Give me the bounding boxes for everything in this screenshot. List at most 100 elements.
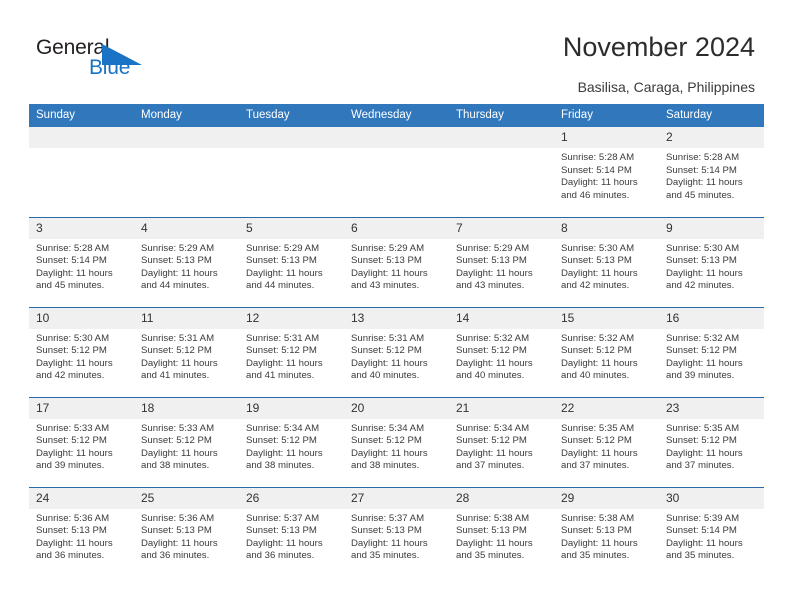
sunrise-text: Sunrise: 5:30 AM	[666, 242, 740, 254]
daylight-text-line2: and 37 minutes.	[666, 460, 735, 472]
sunset-text: Sunset: 5:12 PM	[141, 435, 212, 447]
sun-info: Sunrise: 5:32 AM Sunset: 5:12 PM Daylight:…	[449, 329, 554, 383]
calendar-day-cell[interactable]: 5 Sunrise: 5:29 AM Sunset: 5:13 PM Daylight…	[239, 216, 344, 307]
sun-info: Sunrise: 5:29 AM Sunset: 5:13 PM Daylight:…	[134, 239, 239, 293]
sunrise-text: Sunrise: 5:30 AM	[36, 332, 110, 344]
daylight-text-line2: and 39 minutes.	[36, 460, 105, 472]
sun-info: Sunrise: 5:38 AM Sunset: 5:13 PM Daylight:…	[554, 509, 659, 563]
calendar-day-cell[interactable]: 19 Sunrise: 5:34 AM Sunset: 5:12 PM Dayligh…	[239, 396, 344, 487]
calendar-day-cell[interactable]: 29 Sunrise: 5:38 AM Sunset: 5:13 PM Dayligh…	[554, 486, 659, 577]
general-blue-logo[interactable]: General Blue	[36, 36, 166, 84]
daylight-text-line1: Daylight: 11 hours	[666, 447, 743, 459]
calendar-cell-empty	[344, 127, 449, 217]
day-number: 3	[29, 217, 134, 239]
daylight-text-line2: and 41 minutes.	[246, 370, 315, 382]
calendar-day-cell[interactable]: 16 Sunrise: 5:32 AM Sunset: 5:12 PM Dayligh…	[659, 306, 764, 397]
sun-info: Sunrise: 5:33 AM Sunset: 5:12 PM Daylight:…	[134, 419, 239, 473]
daylight-text-line2: and 38 minutes.	[351, 460, 420, 472]
sun-info: Sunrise: 5:29 AM Sunset: 5:13 PM Daylight:…	[449, 239, 554, 293]
sunset-text: Sunset: 5:13 PM	[561, 255, 632, 267]
daylight-text-line1: Daylight: 11 hours	[561, 177, 638, 189]
sun-info: Sunrise: 5:39 AM Sunset: 5:14 PM Daylight:…	[659, 509, 764, 563]
daylight-text-line2: and 37 minutes.	[561, 460, 630, 472]
day-number: 12	[239, 307, 344, 329]
calendar-day-cell[interactable]: 22 Sunrise: 5:35 AM Sunset: 5:12 PM Dayligh…	[554, 396, 659, 487]
calendar-day-cell[interactable]: 9 Sunrise: 5:30 AM Sunset: 5:13 PM Daylight…	[659, 216, 764, 307]
calendar-week-row: 3 Sunrise: 5:28 AM Sunset: 5:14 PM Daylight…	[29, 216, 764, 307]
sunset-text: Sunset: 5:13 PM	[456, 525, 527, 537]
sunset-text: Sunset: 5:13 PM	[666, 255, 737, 267]
daylight-text-line1: Daylight: 11 hours	[666, 267, 743, 279]
day-number	[29, 127, 134, 148]
calendar-day-cell[interactable]: 10 Sunrise: 5:30 AM Sunset: 5:12 PM Dayligh…	[29, 306, 134, 397]
calendar-day-cell[interactable]: 17 Sunrise: 5:33 AM Sunset: 5:12 PM Dayligh…	[29, 396, 134, 487]
daylight-text-line2: and 44 minutes.	[246, 280, 315, 292]
daylight-text-line1: Daylight: 11 hours	[246, 537, 323, 549]
sun-info: Sunrise: 5:32 AM Sunset: 5:12 PM Daylight:…	[659, 329, 764, 383]
daylight-text-line1: Daylight: 11 hours	[561, 537, 638, 549]
sunrise-text: Sunrise: 5:29 AM	[456, 242, 530, 254]
daylight-text-line1: Daylight: 11 hours	[141, 447, 218, 459]
daylight-text-line2: and 39 minutes.	[666, 370, 735, 382]
daylight-text-line2: and 35 minutes.	[456, 550, 525, 562]
calendar-day-cell[interactable]: 4 Sunrise: 5:29 AM Sunset: 5:13 PM Daylight…	[134, 216, 239, 307]
calendar-day-cell[interactable]: 25 Sunrise: 5:36 AM Sunset: 5:13 PM Dayligh…	[134, 486, 239, 577]
sunrise-text: Sunrise: 5:29 AM	[246, 242, 320, 254]
calendar-day-cell[interactable]: 2 Sunrise: 5:28 AM Sunset: 5:14 PM Daylight…	[659, 127, 764, 217]
calendar-day-cell[interactable]: 20 Sunrise: 5:34 AM Sunset: 5:12 PM Dayligh…	[344, 396, 449, 487]
page-subtitle: Basilisa, Caraga, Philippines	[577, 79, 755, 95]
calendar-day-cell[interactable]: 21 Sunrise: 5:34 AM Sunset: 5:12 PM Dayligh…	[449, 396, 554, 487]
sunrise-text: Sunrise: 5:31 AM	[141, 332, 215, 344]
calendar-day-cell[interactable]: 18 Sunrise: 5:33 AM Sunset: 5:12 PM Dayligh…	[134, 396, 239, 487]
sunrise-text: Sunrise: 5:36 AM	[36, 512, 110, 524]
sunset-text: Sunset: 5:12 PM	[36, 345, 107, 357]
sunrise-text: Sunrise: 5:33 AM	[141, 422, 215, 434]
calendar-day-cell[interactable]: 15 Sunrise: 5:32 AM Sunset: 5:12 PM Dayligh…	[554, 306, 659, 397]
daylight-text-line1: Daylight: 11 hours	[456, 447, 533, 459]
calendar-day-cell[interactable]: 7 Sunrise: 5:29 AM Sunset: 5:13 PM Daylight…	[449, 216, 554, 307]
sunset-text: Sunset: 5:14 PM	[36, 255, 107, 267]
sunrise-text: Sunrise: 5:32 AM	[456, 332, 530, 344]
calendar-day-cell[interactable]: 26 Sunrise: 5:37 AM Sunset: 5:13 PM Dayligh…	[239, 486, 344, 577]
daylight-text-line1: Daylight: 11 hours	[561, 267, 638, 279]
weekday-header-wednesday: Wednesday	[344, 104, 449, 127]
calendar-day-cell[interactable]: 12 Sunrise: 5:31 AM Sunset: 5:12 PM Dayligh…	[239, 306, 344, 397]
calendar-day-cell[interactable]: 30 Sunrise: 5:39 AM Sunset: 5:14 PM Dayligh…	[659, 486, 764, 577]
daylight-text-line1: Daylight: 11 hours	[246, 357, 323, 369]
sunset-text: Sunset: 5:12 PM	[141, 345, 212, 357]
sunset-text: Sunset: 5:13 PM	[456, 255, 527, 267]
sunset-text: Sunset: 5:14 PM	[561, 164, 632, 176]
calendar-day-cell[interactable]: 28 Sunrise: 5:38 AM Sunset: 5:13 PM Dayligh…	[449, 486, 554, 577]
daylight-text-line1: Daylight: 11 hours	[246, 447, 323, 459]
daylight-text-line2: and 38 minutes.	[141, 460, 210, 472]
weekday-header-monday: Monday	[134, 104, 239, 127]
day-number: 29	[554, 487, 659, 509]
calendar-day-cell[interactable]: 11 Sunrise: 5:31 AM Sunset: 5:12 PM Dayligh…	[134, 306, 239, 397]
sunset-text: Sunset: 5:12 PM	[456, 345, 527, 357]
sunrise-text: Sunrise: 5:32 AM	[561, 332, 635, 344]
calendar-day-cell[interactable]: 24 Sunrise: 5:36 AM Sunset: 5:13 PM Dayligh…	[29, 486, 134, 577]
daylight-text-line1: Daylight: 11 hours	[36, 357, 113, 369]
day-number: 5	[239, 217, 344, 239]
day-number: 21	[449, 397, 554, 419]
day-number: 28	[449, 487, 554, 509]
day-number: 10	[29, 307, 134, 329]
day-number: 23	[659, 397, 764, 419]
day-number	[449, 127, 554, 148]
calendar-day-cell[interactable]: 13 Sunrise: 5:31 AM Sunset: 5:12 PM Dayligh…	[344, 306, 449, 397]
sunrise-text: Sunrise: 5:34 AM	[246, 422, 320, 434]
calendar-day-cell[interactable]: 27 Sunrise: 5:37 AM Sunset: 5:13 PM Dayligh…	[344, 486, 449, 577]
sunset-text: Sunset: 5:13 PM	[561, 525, 632, 537]
daylight-text-line2: and 46 minutes.	[561, 189, 630, 201]
daylight-text-line2: and 35 minutes.	[666, 550, 735, 562]
sunset-text: Sunset: 5:12 PM	[351, 345, 422, 357]
calendar-day-cell[interactable]: 1 Sunrise: 5:28 AM Sunset: 5:14 PM Daylight…	[554, 127, 659, 217]
calendar-day-cell[interactable]: 3 Sunrise: 5:28 AM Sunset: 5:14 PM Daylight…	[29, 216, 134, 307]
calendar-cell-empty	[449, 127, 554, 217]
calendar-day-cell[interactable]: 14 Sunrise: 5:32 AM Sunset: 5:12 PM Dayligh…	[449, 306, 554, 397]
sunset-text: Sunset: 5:13 PM	[36, 525, 107, 537]
calendar-day-cell[interactable]: 23 Sunrise: 5:35 AM Sunset: 5:12 PM Dayligh…	[659, 396, 764, 487]
calendar-day-cell[interactable]: 8 Sunrise: 5:30 AM Sunset: 5:13 PM Daylight…	[554, 216, 659, 307]
day-number: 20	[344, 397, 449, 419]
calendar-day-cell[interactable]: 6 Sunrise: 5:29 AM Sunset: 5:13 PM Daylight…	[344, 216, 449, 307]
